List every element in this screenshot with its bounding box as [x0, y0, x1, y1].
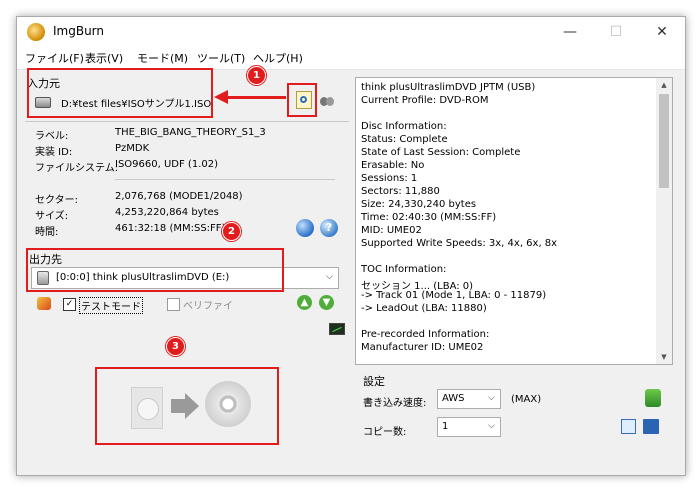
scroll-up-arrow[interactable]: ▲ [656, 78, 672, 92]
time-value: 461:32:18 (MM:SS:FF) [115, 223, 226, 234]
device-info-panel[interactable]: think plusUltraslimDVD JPTM (USB) Curren… [355, 77, 673, 365]
write-speed-select[interactable]: AWS ⌵ [437, 389, 501, 409]
erase-disc-icon[interactable] [37, 297, 51, 310]
info-line: MID: UME02 [361, 225, 422, 236]
label-value: THE_BIG_BANG_THEORY_S1_3 [115, 127, 266, 138]
copies-value: 1 [442, 421, 449, 432]
imgburn-app-icon [27, 23, 45, 41]
info-line: Erasable: No [361, 160, 425, 171]
annotation-box-write [95, 367, 279, 445]
menu-file[interactable]: ファイル(F) [25, 50, 84, 66]
separator [25, 121, 349, 122]
calendar-icon[interactable] [621, 419, 636, 434]
minimize-button[interactable]: — [547, 17, 593, 47]
time-key: 時間: [35, 227, 59, 238]
sectors-key: セクター: [35, 195, 78, 206]
refresh-icon[interactable] [296, 219, 314, 237]
vertical-scrollbar[interactable]: ▲ ▼ [656, 78, 672, 364]
settings-label: 設定 [363, 375, 385, 388]
search-files-icon[interactable] [320, 93, 335, 108]
info-line: -> LeadOut (LBA: 11880) [361, 303, 487, 314]
move-up-icon[interactable]: ▲ [297, 295, 312, 310]
label-key: ラベル: [35, 131, 69, 142]
info-line: State of Last Session: Complete [361, 147, 521, 158]
menu-mode[interactable]: モード(M) [137, 50, 188, 66]
chevron-down-icon: ⌵ [488, 421, 495, 431]
verify-label[interactable]: ベリファイ [183, 297, 233, 312]
info-line: Disc Information: [361, 121, 447, 132]
filesystem-key: ファイルシステム: [35, 163, 119, 174]
graph-icon[interactable] [329, 323, 345, 335]
refresh-speed-icon[interactable] [645, 389, 661, 407]
info-line: Manufacturer ID: UME02 [361, 342, 484, 353]
copies-select[interactable]: 1 ⌵ [437, 417, 501, 437]
title-bar: ImgBurn — ☐ ✕ [17, 17, 685, 47]
annotation-box-source [27, 68, 213, 118]
sectors-value: 2,076,768 (MODE1/2048) [115, 191, 243, 202]
info-line: TOC Information: [361, 264, 447, 275]
annotation-box-browse [287, 83, 317, 117]
log-book-icon[interactable] [643, 419, 659, 434]
filesystem-value: ISO9660, UDF (1.02) [115, 159, 218, 170]
test-mode-checkbox[interactable]: ✓ [63, 298, 76, 311]
impl-id-key: 実装 ID: [35, 147, 73, 158]
info-line: Supported Write Speeds: 3x, 4x, 6x, 8x [361, 238, 558, 249]
annotation-box-destination [26, 248, 284, 292]
size-key: サイズ: [35, 211, 69, 222]
help-icon[interactable]: ? [320, 219, 338, 237]
info-line: Status: Complete [361, 134, 448, 145]
close-button[interactable]: ✕ [639, 17, 685, 47]
annotation-badge-2: 2 [222, 222, 241, 241]
maximize-button[interactable]: ☐ [593, 17, 639, 47]
copies-label: コピー数: [363, 427, 407, 438]
info-line: Sessions: 1 [361, 173, 418, 184]
test-mode-label[interactable]: テストモード [79, 297, 143, 314]
info-line: Current Profile: DVD-ROM [361, 95, 489, 106]
scroll-down-arrow[interactable]: ▼ [656, 350, 672, 364]
annotation-arrow [228, 96, 286, 99]
write-speed-value: AWS [442, 393, 465, 404]
menu-view[interactable]: 表示(V) [85, 50, 123, 66]
info-line: Time: 02:40:30 (MM:SS:FF) [361, 212, 497, 223]
chevron-down-icon: ⌵ [326, 272, 333, 282]
move-down-icon[interactable]: ▼ [319, 295, 334, 310]
scroll-thumb[interactable] [659, 94, 669, 188]
menu-help[interactable]: ヘルプ(H) [253, 50, 303, 66]
info-line: Sectors: 11,880 [361, 186, 440, 197]
annotation-badge-3: 3 [166, 337, 185, 356]
info-line: Pre-recorded Information: [361, 329, 490, 340]
verify-checkbox[interactable] [167, 298, 180, 311]
annotation-arrow-head [214, 90, 228, 104]
window-title: ImgBurn [53, 24, 105, 38]
impl-id-value: PzMDK [115, 143, 150, 154]
menu-bar: ファイル(F) 表示(V) モード(M) ツール(T) ヘルプ(H) [17, 47, 685, 70]
size-value: 4,253,220,864 bytes [115, 207, 219, 218]
info-line: think plusUltraslimDVD JPTM (USB) [361, 82, 536, 93]
write-speed-max: (MAX) [511, 394, 542, 405]
chevron-down-icon: ⌵ [488, 393, 495, 403]
write-speed-label: 書き込み速度: [363, 398, 427, 409]
separator [115, 179, 335, 180]
info-line: Size: 24,330,240 bytes [361, 199, 477, 210]
info-line: -> Track 01 (Mode 1, LBA: 0 - 11879) [361, 290, 547, 301]
menu-tools[interactable]: ツール(T) [197, 50, 245, 66]
annotation-badge-1: 1 [247, 66, 266, 85]
